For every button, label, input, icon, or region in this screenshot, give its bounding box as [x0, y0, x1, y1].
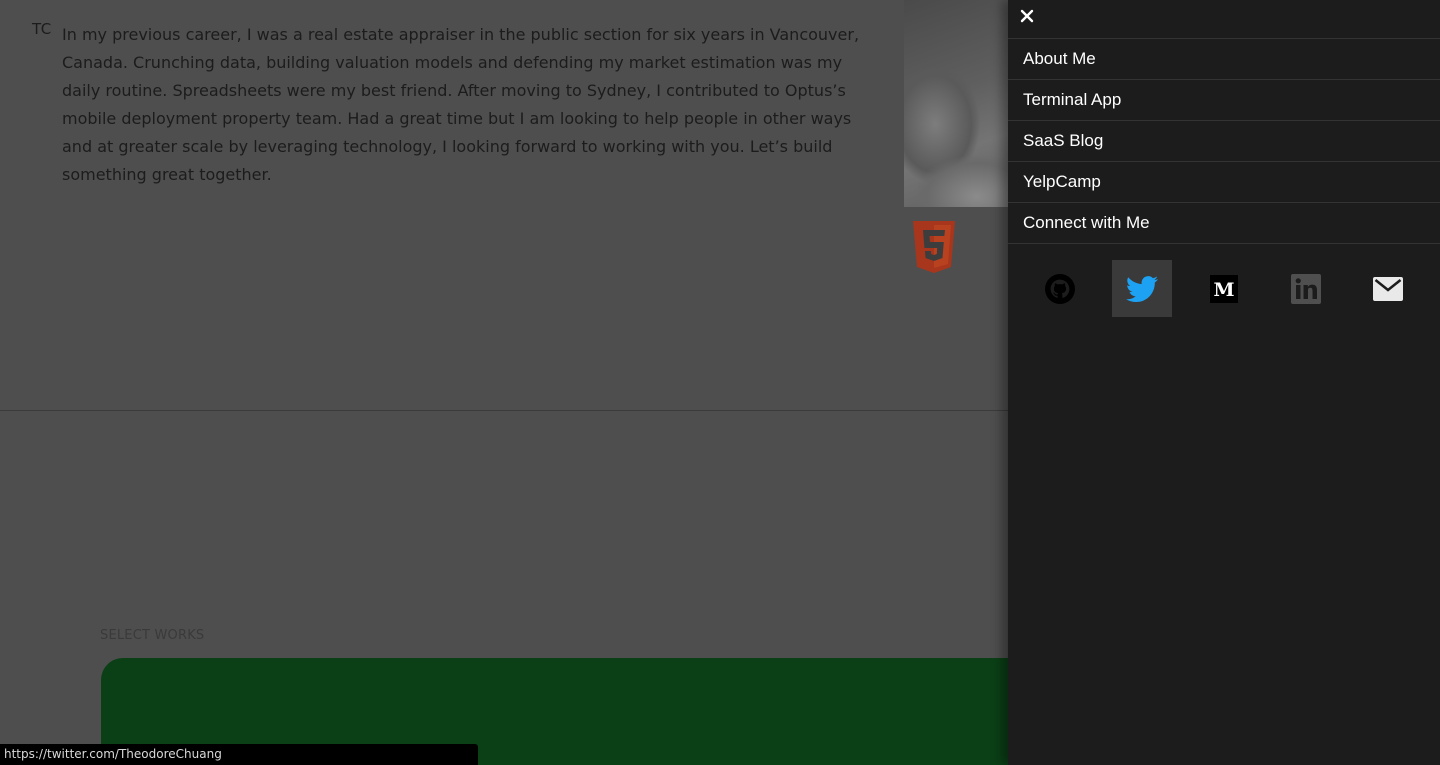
email-link[interactable] [1358, 260, 1418, 317]
medium-link[interactable]: M [1194, 260, 1254, 317]
linkedin-link[interactable] [1276, 260, 1336, 317]
close-icon [1020, 9, 1034, 23]
twitter-link[interactable] [1112, 260, 1172, 317]
browser-status-url: https://twitter.com/TheodoreChuang [0, 744, 478, 765]
twitter-icon [1126, 275, 1158, 302]
profile-photo [904, 0, 1008, 207]
close-button[interactable] [1020, 6, 1040, 28]
drawer-menu: About Me Terminal App SaaS Blog YelpCamp… [1008, 38, 1440, 244]
nav-drawer: About Me Terminal App SaaS Blog YelpCamp… [1008, 0, 1440, 765]
github-icon [1045, 273, 1075, 304]
email-icon [1373, 276, 1403, 301]
select-works-heading: SELECT WORKS [100, 628, 205, 643]
menu-item-yelpcamp[interactable]: YelpCamp [1008, 162, 1440, 203]
svg-text:M: M [1213, 279, 1234, 301]
menu-item-saas-blog[interactable]: SaaS Blog [1008, 121, 1440, 162]
github-link[interactable] [1030, 260, 1090, 317]
medium-icon: M [1210, 274, 1238, 303]
site-logo[interactable]: TC [32, 20, 52, 38]
section-divider [0, 410, 1008, 411]
menu-item-terminal-app[interactable]: Terminal App [1008, 80, 1440, 121]
linkedin-icon [1291, 273, 1321, 304]
social-links: M [1030, 260, 1418, 317]
about-bio-text: In my previous career, I was a real esta… [62, 25, 860, 184]
html5-icon [911, 221, 957, 273]
page: TC In my previous career, I was a real e… [0, 0, 1440, 765]
menu-item-about-me[interactable]: About Me [1008, 39, 1440, 80]
menu-item-connect-with-me[interactable]: Connect with Me [1008, 203, 1440, 244]
